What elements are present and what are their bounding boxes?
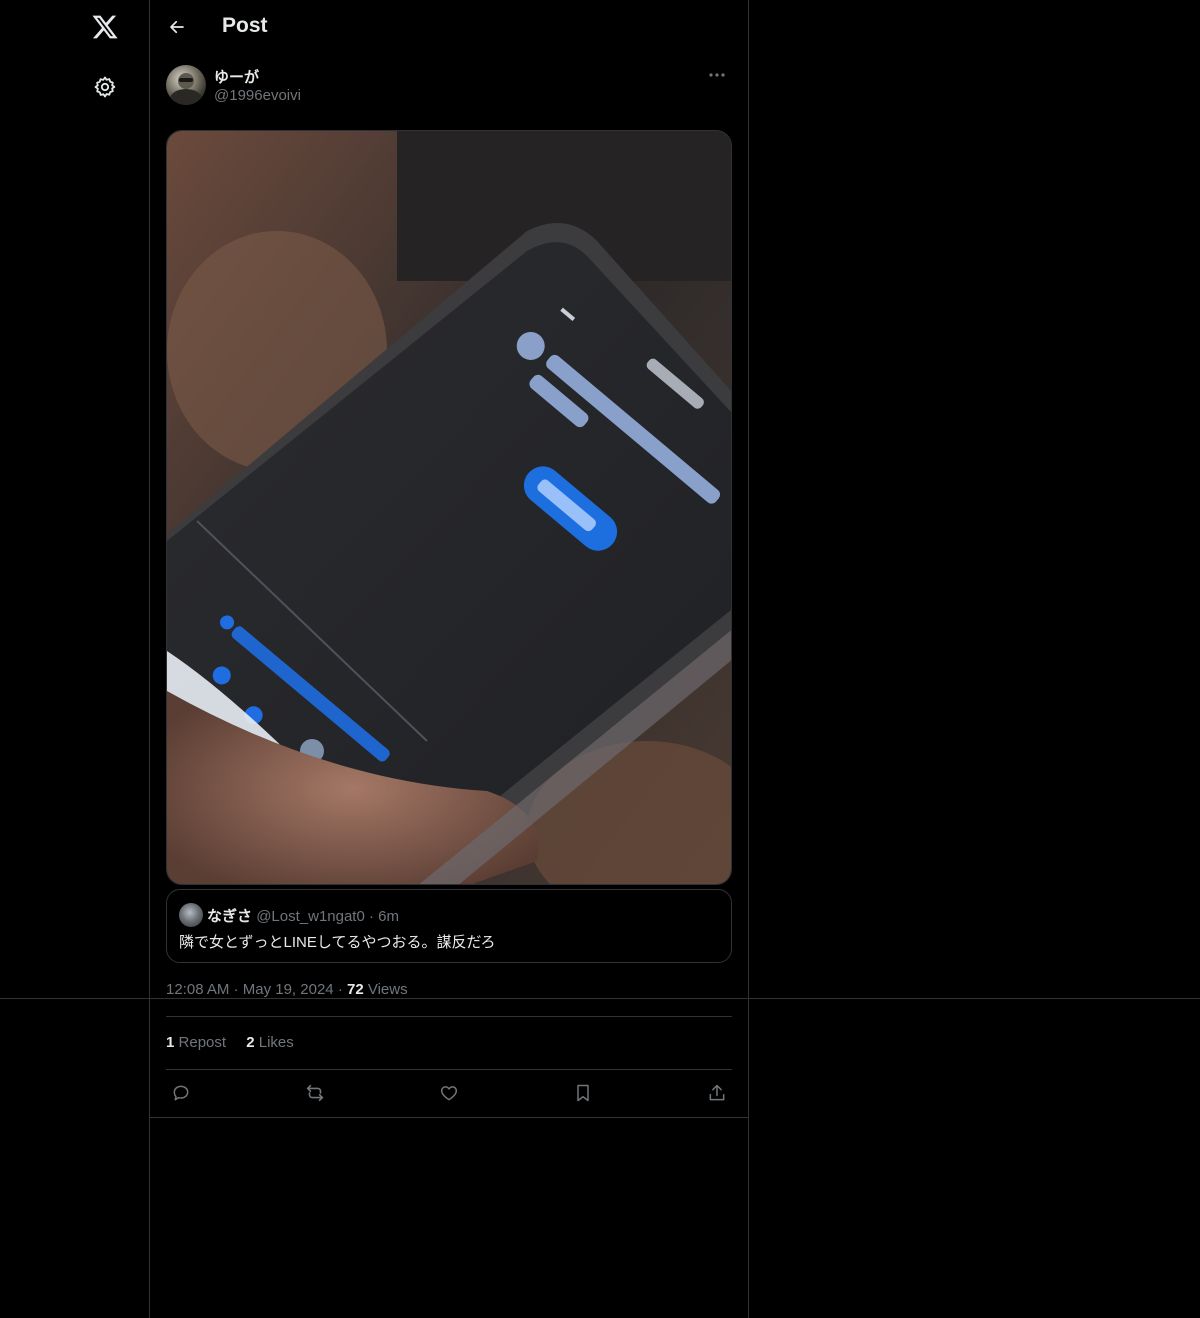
reposts-count: 1 (166, 1034, 175, 1051)
quote-display-name: なぎさ (207, 908, 253, 925)
left-rail (0, 0, 150, 1318)
quote-avatar (179, 903, 203, 927)
post-stats: 1 Repost 2 Likes (166, 1034, 310, 1051)
divider (166, 1016, 732, 1017)
quoted-post[interactable]: なぎさ @Lost_w1ngat0 · 6m 隣で女とずっとLINEしてるやつお… (166, 889, 732, 963)
quote-time: 6m (378, 908, 400, 925)
quote-separator: · (369, 908, 374, 925)
gear-icon[interactable] (92, 74, 118, 100)
page: Post ゆーが @1996evoivi なぎさ @Lost_w1ngat0 ·… (0, 0, 1200, 1318)
post-author: ゆーが @1996evoivi (166, 64, 732, 106)
author-display-name[interactable]: ゆーが (214, 66, 259, 87)
page-title: Post (222, 14, 268, 37)
quote-header: なぎさ @Lost_w1ngat0 · 6m (207, 905, 399, 926)
reply-icon[interactable] (168, 1080, 194, 1106)
views-label: Views (367, 981, 408, 998)
quote-handle: @Lost_w1ngat0 (256, 908, 365, 925)
likes-label: Likes (258, 1034, 294, 1051)
post-image[interactable] (166, 130, 732, 885)
post-time[interactable]: 12:08 AM (166, 981, 229, 998)
post-timestamp: 12:08 AM · May 19, 2024 · 72 Views (166, 981, 408, 998)
views-count: 72 (346, 981, 364, 998)
x-logo-icon[interactable] (90, 12, 120, 42)
reposts-label: Repost (178, 1034, 227, 1051)
share-icon[interactable] (704, 1080, 730, 1106)
post-date[interactable]: May 19, 2024 (243, 981, 334, 998)
action-bar (166, 1080, 732, 1106)
avatar[interactable] (166, 65, 206, 105)
repost-icon[interactable] (302, 1080, 328, 1106)
arrow-left-icon[interactable] (164, 14, 190, 40)
divider (166, 1069, 732, 1070)
post-header: Post (150, 0, 748, 54)
more-horizontal-icon[interactable] (702, 64, 732, 86)
heart-icon[interactable] (436, 1080, 462, 1106)
post-column: Post ゆーが @1996evoivi なぎさ @Lost_w1ngat0 ·… (150, 0, 749, 1318)
likes-stat[interactable]: 2 Likes (246, 1034, 294, 1051)
quote-text: 隣で女とずっとLINEしてるやつおる。謀反だろ (179, 934, 496, 951)
bookmark-icon[interactable] (570, 1080, 596, 1106)
author-handle[interactable]: @1996evoivi (214, 87, 301, 104)
timestamp-separator: · (233, 981, 239, 998)
timestamp-separator: · (337, 981, 343, 998)
likes-count: 2 (246, 1034, 255, 1051)
reposts-stat[interactable]: 1 Repost (166, 1034, 226, 1051)
divider (150, 1117, 748, 1118)
